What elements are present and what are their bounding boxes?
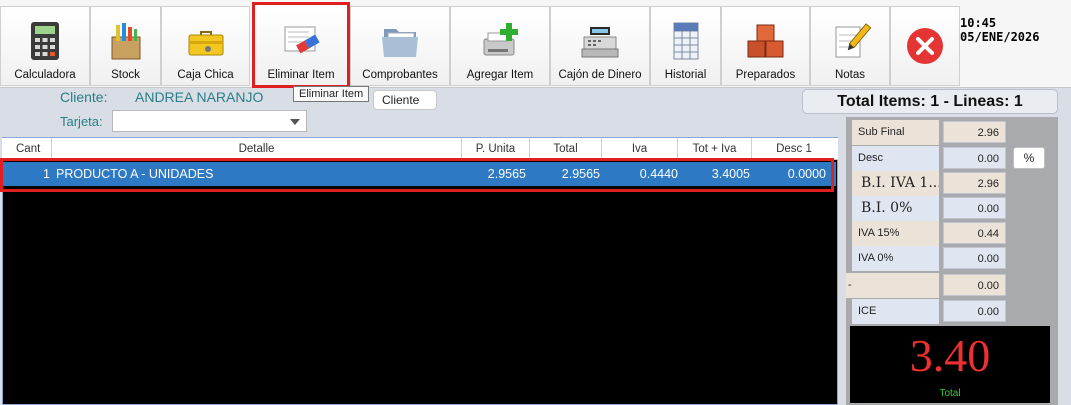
client-button[interactable]: Cliente [373, 90, 437, 110]
totals-label-other: - [846, 273, 939, 298]
history-grid-icon [673, 22, 698, 60]
totals-label-iva15: IVA 15% [852, 221, 939, 246]
totals-value-bi-iva: 2.96 [943, 172, 1006, 194]
toolbox-icon [188, 31, 223, 56]
prepared-label: Preparados [735, 69, 796, 81]
clock: 10:45 05/ENE/2026 [960, 16, 1039, 44]
client-button-label: Cliente [382, 93, 420, 107]
delete-item-label: Eliminar Item [267, 69, 335, 81]
vouchers-label: Comprobantes [362, 69, 438, 81]
calculator-label: Calculadora [14, 69, 76, 81]
col-detalle[interactable]: Detalle [52, 138, 462, 160]
totals-label-bi-0: B.I. 0% [852, 196, 939, 221]
calculator-icon [31, 22, 59, 60]
totals-value-bi-0: 0.00 [943, 197, 1006, 219]
delete-item-button[interactable]: Eliminar Item [252, 2, 350, 88]
chevron-down-icon [290, 119, 300, 125]
boxes-icon [747, 24, 783, 58]
card-label: Tarjeta: [60, 114, 103, 129]
cash-drawer-button[interactable]: Cajón de Dinero [550, 6, 650, 86]
client-name: ANDREA NARANJO [135, 89, 264, 105]
col-iva[interactable]: Iva [602, 138, 678, 160]
close-icon [907, 28, 943, 64]
cash-register-icon [581, 27, 619, 58]
totals-label-subfinal: Sub Final [852, 120, 939, 145]
pencil-note-icon [835, 23, 872, 58]
history-label: Historial [664, 69, 707, 81]
totals-label-ice: ICE [852, 299, 939, 324]
col-cant[interactable]: Cant [2, 138, 52, 160]
notes-button[interactable]: Notas [810, 6, 890, 86]
stock-label: Stock [111, 69, 140, 81]
totals-label-desc: Desc [852, 146, 939, 171]
close-button[interactable] [890, 6, 960, 86]
prepared-button[interactable]: Preparados [721, 6, 810, 86]
card-select[interactable] [112, 110, 307, 132]
folder-icon [382, 29, 418, 57]
eraser-icon [284, 26, 320, 54]
grand-total-caption: Total [939, 388, 961, 399]
client-label: Cliente: [60, 89, 108, 105]
tooltip: Eliminar Item [293, 86, 370, 102]
col-total[interactable]: Total [530, 138, 602, 160]
totals-value-iva15: 0.44 [943, 222, 1006, 244]
totals-value-ice: 0.00 [943, 300, 1006, 322]
clock-date: 05/ENE/2026 [960, 30, 1040, 44]
cash-drawer-label: Cajón de Dinero [558, 69, 642, 81]
notes-label: Notas [834, 69, 866, 81]
totals-label-bi-iva: B.I. IVA 1... [852, 171, 939, 196]
add-printer-icon [483, 23, 518, 56]
add-item-button[interactable]: Agregar Item [450, 6, 550, 86]
totals-value-desc: 0.00 [943, 147, 1006, 169]
percent-button[interactable]: % [1013, 147, 1045, 169]
totals-label-iva0: IVA 0% [852, 246, 939, 271]
petty-cash-label: Caja Chica [177, 69, 234, 81]
selection-highlight [0, 158, 834, 192]
stock-box-icon [111, 23, 140, 60]
totals-value-subfinal: 2.96 [943, 121, 1006, 143]
totals-value-other: 0.00 [943, 274, 1006, 296]
calculator-button[interactable]: Calculadora [0, 6, 90, 86]
petty-cash-button[interactable]: Caja Chica [161, 6, 250, 86]
summary-header: Total Items: 1 - Lineas: 1 [802, 89, 1058, 114]
grand-total-value: 3.40 [909, 330, 991, 381]
col-p-unita[interactable]: P. Unita [462, 138, 530, 160]
stock-button[interactable]: Stock [90, 6, 161, 86]
col-desc1[interactable]: Desc 1 [752, 138, 836, 160]
add-item-label: Agregar Item [466, 69, 534, 81]
col-tot-iva[interactable]: Tot + Iva [678, 138, 752, 160]
history-button[interactable]: Historial [650, 6, 721, 86]
grid-header: Cant Detalle P. Unita Total Iva Tot + Iv… [2, 138, 838, 160]
vouchers-button[interactable]: Comprobantes [350, 6, 450, 86]
totals-value-iva0: 0.00 [943, 247, 1006, 269]
summary-text: Total Items: 1 - Lineas: 1 [837, 93, 1023, 110]
clock-time: 10:45 [960, 16, 997, 30]
